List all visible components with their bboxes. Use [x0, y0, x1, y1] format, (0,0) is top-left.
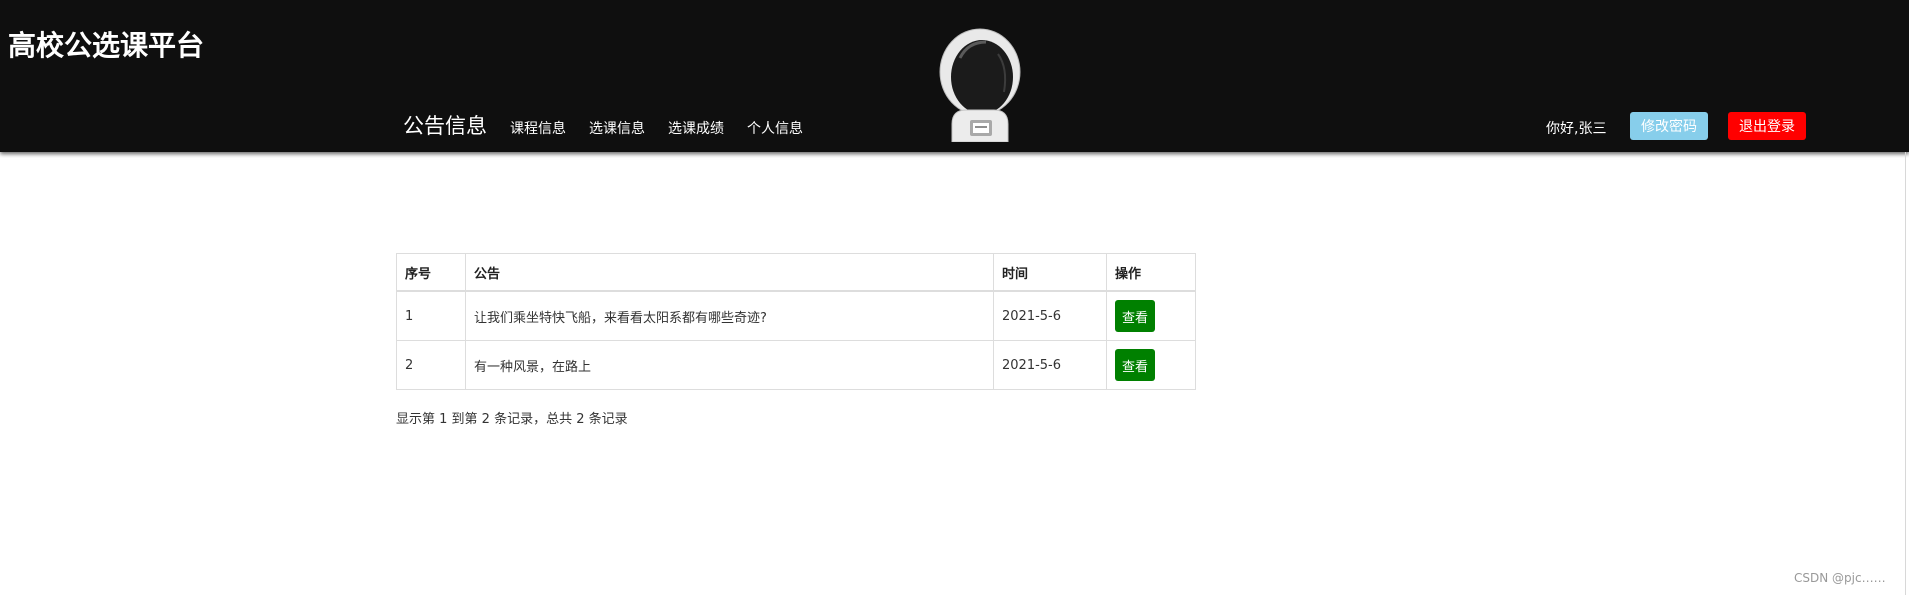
site-brand-title[interactable]: 高校公选课平台 — [8, 24, 204, 64]
nav-item-grades[interactable]: 选课成绩 — [668, 118, 724, 138]
watermark-text: CSDN @pjc…… — [1794, 571, 1886, 585]
pagination-summary: 显示第 1 到第 2 条记录，总共 2 条记录 — [396, 412, 628, 427]
nav-item-courses[interactable]: 课程信息 — [510, 118, 566, 138]
announcement-title: 让我们乘坐特快飞船，来看看太阳系都有哪些奇迹? — [465, 290, 994, 341]
announcements-table: 序号 公告 时间 操作 1 让我们乘坐特快飞船，来看看太阳系都有哪些奇迹? 20… — [396, 253, 1196, 390]
view-button[interactable]: 查看 — [1115, 300, 1155, 332]
nav-item-enrollment[interactable]: 选课信息 — [589, 118, 645, 138]
row-actions: 查看 — [1106, 340, 1196, 390]
page-right-edge — [1905, 152, 1906, 595]
announcement-time: 2021-5-6 — [993, 340, 1107, 390]
column-header-time[interactable]: 时间 — [993, 253, 1107, 292]
row-number: 1 — [396, 290, 466, 341]
change-password-button[interactable]: 修改密码 — [1630, 112, 1708, 140]
top-header: 高校公选课平台 公告信息 课程信息 选课信息 选课成绩 个人信息 你好,张三 修… — [0, 0, 1909, 152]
column-header-no[interactable]: 序号 — [396, 253, 466, 292]
column-header-title[interactable]: 公告 — [465, 253, 994, 292]
table-row: 2 有一种风景，在路上 2021-5-6 查看 — [396, 340, 1196, 390]
column-header-action: 操作 — [1106, 253, 1196, 292]
announcement-title: 有一种风景，在路上 — [465, 340, 994, 390]
table-header-row: 序号 公告 时间 操作 — [396, 253, 1196, 292]
announcement-time: 2021-5-6 — [993, 290, 1107, 341]
main-nav: 公告信息 课程信息 选课信息 选课成绩 个人信息 — [403, 110, 826, 140]
view-button[interactable]: 查看 — [1115, 349, 1155, 381]
table-row: 1 让我们乘坐特快飞船，来看看太阳系都有哪些奇迹? 2021-5-6 查看 — [396, 290, 1196, 341]
nav-item-announcements[interactable]: 公告信息 — [403, 110, 487, 140]
row-actions: 查看 — [1106, 290, 1196, 341]
user-greeting: 你好,张三 — [1546, 121, 1607, 137]
row-number: 2 — [396, 340, 466, 390]
astronaut-mascot-icon — [939, 28, 1021, 142]
logout-button[interactable]: 退出登录 — [1728, 112, 1806, 140]
nav-item-profile[interactable]: 个人信息 — [747, 118, 803, 138]
